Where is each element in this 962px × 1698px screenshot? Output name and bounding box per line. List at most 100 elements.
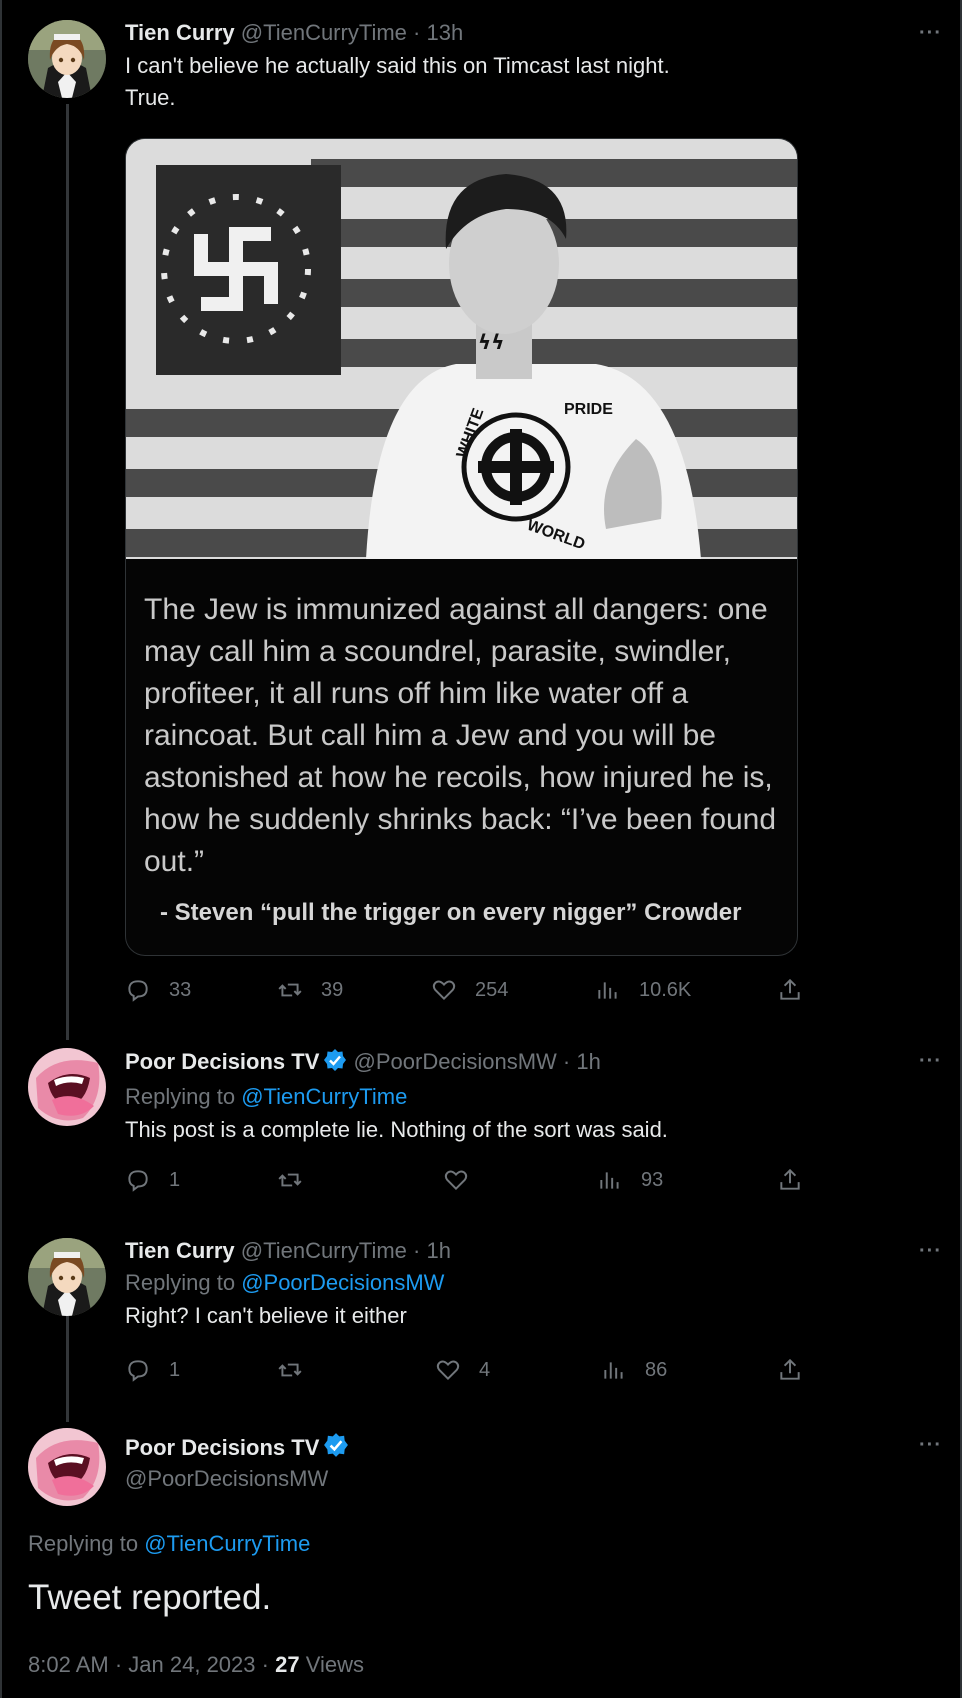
tweet-3[interactable]: Tien Curry @TienCurryTime · 1h Replying … (0, 1230, 962, 1422)
views-count: 27 (275, 1652, 300, 1677)
more-icon[interactable]: ··· (919, 22, 942, 45)
share-icon (780, 1168, 800, 1190)
more-icon[interactable]: ··· (919, 1434, 942, 1457)
display-name[interactable]: Tien Curry (125, 20, 235, 45)
view-count: 10.6K (639, 978, 692, 1001)
thread-line (66, 1314, 69, 1422)
verified-badge-icon (323, 1432, 349, 1465)
views-icon (604, 1362, 623, 1379)
main-tweet-author: Poor Decisions TV (125, 1432, 932, 1465)
tweet-1[interactable]: Tien Curry @TienCurryTime · 13h I can't … (0, 0, 962, 1040)
replying-to-label: Replying to (125, 1084, 242, 1109)
user-handle[interactable]: @TienCurryTime (241, 1238, 407, 1263)
tweet-header: Poor Decisions TV @PoorDecisionsMW · 1h (125, 1048, 932, 1078)
view-count: 93 (641, 1168, 664, 1191)
replying-to: Replying to @PoorDecisionsMW (125, 1268, 932, 1298)
like-icon (432, 980, 456, 1001)
like-button[interactable]: 4 (435, 1357, 490, 1383)
like-count: 254 (475, 978, 509, 1001)
separator: · (413, 1238, 421, 1263)
replying-to: Replying to @TienCurryTime (28, 1529, 310, 1559)
share-button[interactable] (777, 977, 821, 1003)
tweet-actions: 1 4 86 (125, 1357, 805, 1387)
tweet-text-line: I can't believe he actually said this on… (125, 53, 670, 78)
timestamp[interactable]: 1h (576, 1049, 600, 1074)
display-name[interactable]: Tien Curry (125, 1238, 235, 1263)
tweet-text-line: True. (125, 85, 176, 110)
share-button[interactable] (777, 1357, 821, 1383)
reply-count: 33 (169, 978, 192, 1001)
replying-to-label: Replying to (125, 1270, 242, 1295)
replying-to-link[interactable]: @TienCurryTime (144, 1531, 310, 1556)
timestamp[interactable]: 13h (427, 20, 464, 45)
tweet-date[interactable]: Jan 24, 2023 (128, 1652, 255, 1677)
views-button[interactable]: 10.6K (595, 977, 691, 1003)
retweet-button[interactable] (277, 1357, 321, 1383)
reply-button[interactable]: 1 (125, 1357, 180, 1383)
separator: · (114, 1652, 123, 1677)
views-button[interactable]: 86 (601, 1357, 667, 1383)
user-handle[interactable]: @PoorDecisionsMW (354, 1049, 557, 1074)
reply-count: 1 (169, 1168, 181, 1191)
tweet-actions: 33 39 254 10.6K (125, 977, 805, 1007)
share-icon (780, 1358, 800, 1380)
tweet-header: Tien Curry @TienCurryTime · 13h (125, 20, 932, 46)
views-icon (598, 982, 617, 999)
display-name[interactable]: Poor Decisions TV (125, 1435, 319, 1460)
avatar[interactable] (28, 20, 106, 98)
tweet-text: I can't believe he actually said this on… (125, 50, 932, 114)
verified-badge-icon (323, 1048, 347, 1078)
avatar[interactable] (28, 1048, 106, 1126)
replying-to-link[interactable]: @PoorDecisionsMW (241, 1270, 444, 1295)
retweet-icon (278, 1363, 302, 1377)
tweet-image[interactable]: PRIDE WHITE WORLD ϟϟ The Jew is immunize… (125, 138, 798, 956)
replying-to: Replying to @TienCurryTime (125, 1082, 932, 1112)
reply-icon (128, 980, 148, 1002)
share-button[interactable] (777, 1167, 821, 1193)
like-icon (436, 1360, 460, 1381)
tweet-time[interactable]: 8:02 AM (28, 1652, 109, 1677)
separator: · (413, 20, 421, 45)
reply-icon (128, 1170, 148, 1192)
image-quote: The Jew is immunized against all dangers… (144, 593, 777, 878)
like-icon (444, 1170, 468, 1191)
image-attribution: - Steven “pull the trigger on every nigg… (160, 899, 742, 926)
views-icon (600, 1172, 619, 1189)
retweet-icon (278, 1173, 302, 1187)
reply-button[interactable]: 33 (125, 977, 191, 1003)
separator: · (562, 1049, 571, 1074)
photo: PRIDE WHITE WORLD ϟϟ (126, 139, 797, 559)
like-button[interactable]: 254 (431, 977, 508, 1003)
tweet-2[interactable]: Poor Decisions TV @PoorDecisionsMW · 1h … (0, 1040, 962, 1230)
replying-to-label: Replying to (28, 1531, 145, 1556)
tweet-text: Right? I can't believe it either (125, 1303, 407, 1328)
separator: · (261, 1652, 269, 1677)
reply-count: 1 (169, 1358, 181, 1381)
reply-icon (128, 1360, 148, 1382)
avatar[interactable] (28, 1428, 106, 1506)
views-button[interactable]: 93 (597, 1167, 663, 1193)
more-icon[interactable]: ··· (919, 1050, 942, 1073)
like-button[interactable] (443, 1167, 487, 1193)
shirt-text-pride: PRIDE (564, 401, 613, 418)
tweet-text: This post is a complete lie. Nothing of … (125, 1117, 668, 1142)
tweet-actions: 1 93 (125, 1167, 805, 1197)
user-handle[interactable]: @TienCurryTime (241, 20, 407, 45)
views-label: Views (305, 1652, 365, 1677)
reply-button[interactable]: 1 (125, 1167, 180, 1193)
thread-line (66, 104, 69, 1040)
retweet-button[interactable] (277, 1167, 321, 1193)
share-icon (780, 978, 800, 1000)
more-icon[interactable]: ··· (919, 1240, 942, 1263)
display-name[interactable]: Poor Decisions TV (125, 1049, 319, 1074)
replying-to-link[interactable]: @TienCurryTime (241, 1084, 407, 1109)
view-count: 86 (645, 1358, 668, 1381)
timestamp[interactable]: 1h (427, 1238, 451, 1263)
user-handle[interactable]: @PoorDecisionsMW (125, 1465, 932, 1493)
neck-tattoo: ϟϟ (478, 330, 504, 354)
retweet-count: 39 (321, 978, 344, 1001)
main-tweet-text: Tweet reported. (28, 1578, 272, 1617)
avatar[interactable] (28, 1238, 106, 1316)
retweet-icon (278, 983, 302, 997)
retweet-button[interactable]: 39 (277, 977, 343, 1003)
